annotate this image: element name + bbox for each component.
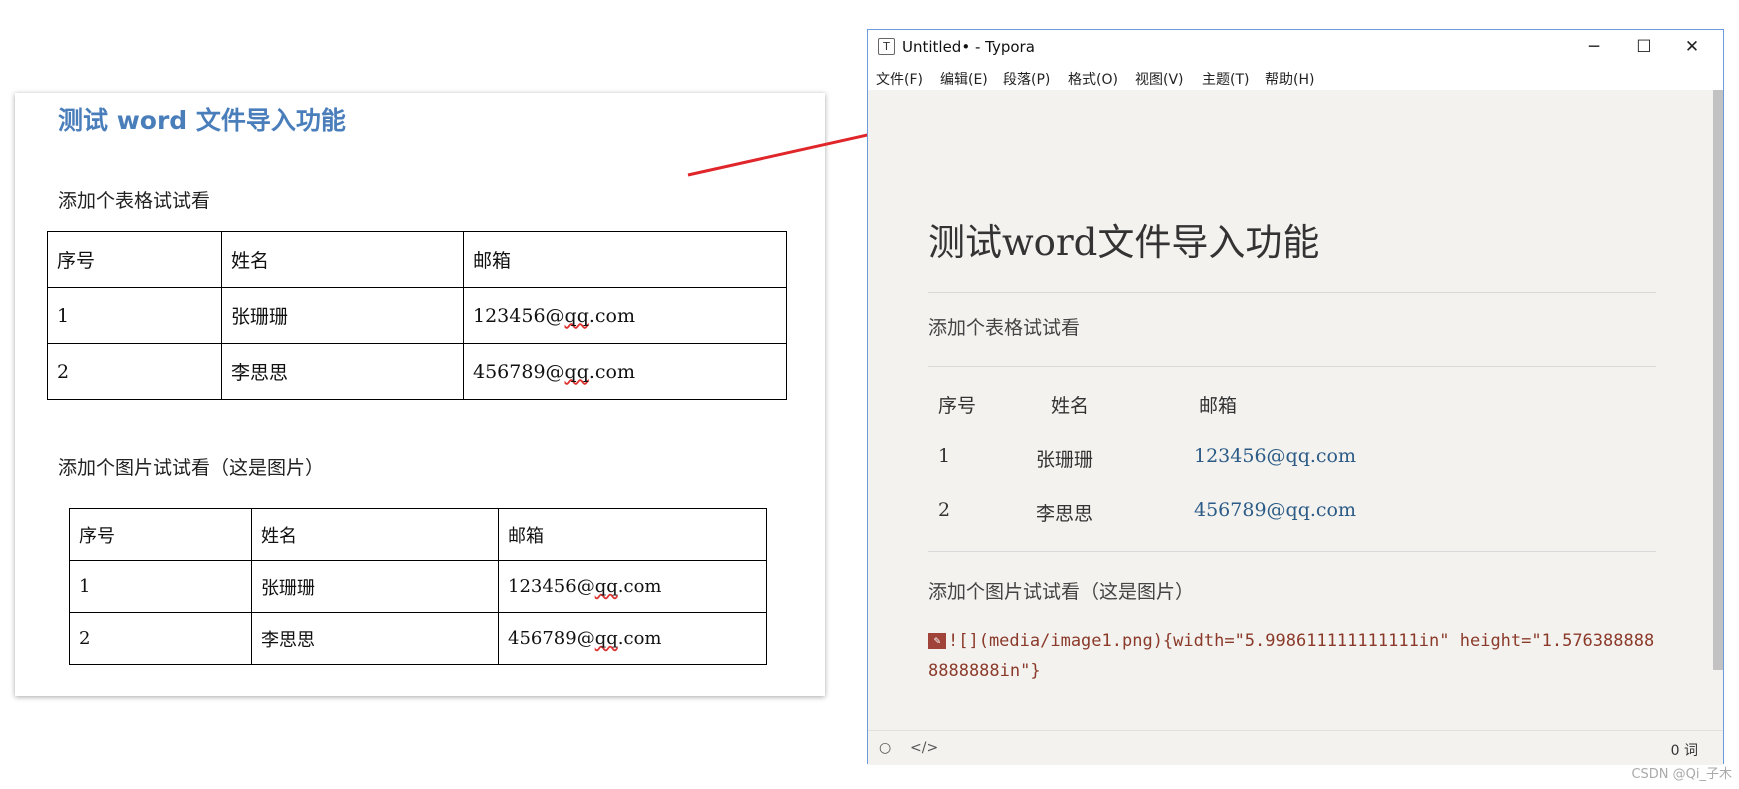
title-bar: T Untitled• - Typora ─ ☐ ✕	[868, 30, 1723, 63]
menu-bar: 文件(F) 编辑(E) 段落(P) 格式(O) 视图(V) 主题(T) 帮助(H…	[868, 63, 1723, 90]
maximize-button[interactable]: ☐	[1621, 32, 1667, 62]
menu-format[interactable]: 格式(O)	[1068, 69, 1118, 89]
image-markdown-source[interactable]: ✎ ![](media/image1.png){width="5.99861111…	[928, 626, 1658, 686]
editor-para-image[interactable]: 添加个图片试试看（这是图片）	[928, 577, 1194, 604]
editor-table-cell[interactable]: 1	[938, 445, 950, 467]
editor-table-cell[interactable]: 李思思	[1036, 499, 1093, 526]
editor-table-cell[interactable]: 张珊珊	[1036, 445, 1093, 472]
watermark: CSDN @Qi_子木	[1631, 767, 1732, 782]
menu-edit[interactable]: 编辑(E)	[940, 69, 988, 89]
editor-table-cell[interactable]: 2	[938, 499, 950, 521]
window-title: Untitled• - Typora	[902, 38, 1035, 56]
menu-view[interactable]: 视图(V)	[1135, 69, 1184, 89]
editor-heading[interactable]: 测试word文件导入功能	[928, 212, 1319, 266]
scrollbar[interactable]	[1713, 90, 1723, 670]
editor-table-header[interactable]: 序号	[938, 391, 976, 418]
word-count[interactable]: 0 词	[1671, 740, 1698, 760]
menu-file[interactable]: 文件(F)	[876, 69, 923, 89]
outline-circle-icon[interactable]: ○	[879, 740, 891, 756]
email-link[interactable]: 123456@qq.com	[1194, 445, 1356, 467]
source-code-icon[interactable]: </>	[910, 740, 938, 756]
divider	[928, 551, 1656, 552]
image-code-text: ![](media/image1.png){width="5.998611111…	[928, 631, 1655, 681]
divider	[928, 366, 1656, 367]
editor-table-header[interactable]: 邮箱	[1199, 391, 1237, 418]
editor-table-header[interactable]: 姓名	[1051, 391, 1089, 418]
editor-para-table[interactable]: 添加个表格试试看	[928, 313, 1080, 340]
arrow-shaft	[687, 128, 891, 177]
menu-paragraph[interactable]: 段落(P)	[1003, 69, 1050, 89]
heading-divider	[928, 292, 1656, 293]
menu-help[interactable]: 帮助(H)	[1265, 69, 1314, 89]
email-link[interactable]: 456789@qq.com	[1194, 499, 1356, 521]
status-bar: ○ </> 0 词	[868, 730, 1723, 765]
typora-app-icon: T	[878, 38, 895, 55]
broken-image-icon: ✎	[928, 633, 946, 649]
menu-theme[interactable]: 主题(T)	[1202, 69, 1249, 89]
typora-window: T Untitled• - Typora ─ ☐ ✕ 文件(F) 编辑(E) 段…	[867, 29, 1724, 765]
close-button[interactable]: ✕	[1669, 32, 1715, 62]
minimize-button[interactable]: ─	[1571, 32, 1617, 62]
